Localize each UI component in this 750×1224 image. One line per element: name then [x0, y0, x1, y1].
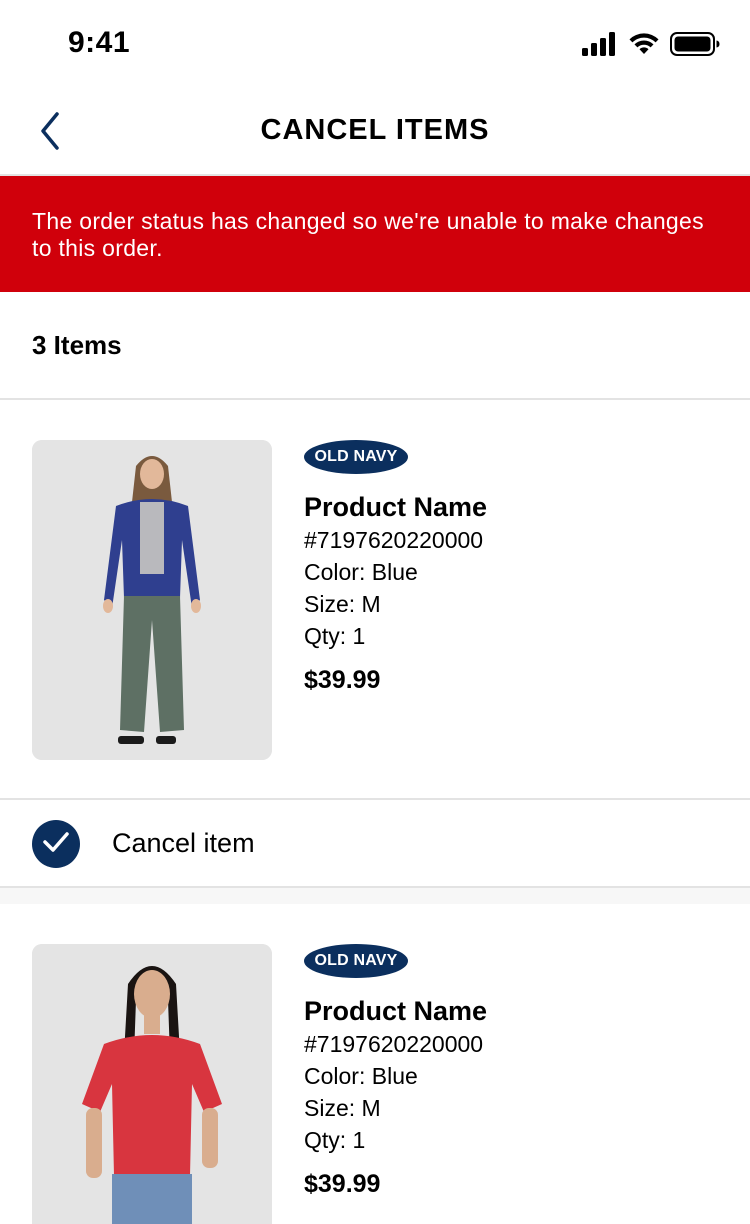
cancel-item-checkbox[interactable]	[32, 820, 80, 868]
product-price: $39.99	[304, 666, 381, 694]
product-qty: Qty: 1	[304, 623, 366, 649]
status-bar: 9:41	[0, 0, 750, 90]
battery-icon	[670, 32, 720, 61]
cellular-signal-icon	[582, 32, 618, 61]
product-name: Product Name	[304, 492, 488, 522]
product-price: $39.99	[304, 1170, 381, 1198]
wifi-icon	[628, 32, 660, 61]
product-qty: Qty: 1	[304, 1127, 366, 1153]
product-color: Color: Blue	[304, 559, 418, 585]
section-divider	[0, 888, 750, 904]
product-size: Size: M	[304, 591, 381, 617]
items-count-row: 3 Items	[0, 292, 750, 400]
product-size: Size: M	[304, 1095, 381, 1121]
product-card: OLD NAVY Product Name #7197620220000 Col…	[0, 400, 750, 798]
items-count: 3 Items	[32, 330, 122, 360]
product-image[interactable]	[32, 944, 272, 1224]
product-color: Color: Blue	[304, 1063, 418, 1089]
cancel-item-row[interactable]: Cancel item	[0, 798, 750, 888]
product-name: Product Name	[304, 996, 488, 1026]
brand-logo: OLD NAVY	[304, 440, 408, 474]
product-sku: #7197620220000	[304, 1031, 484, 1057]
product-sku: #7197620220000	[304, 527, 484, 553]
checkmark-icon	[43, 831, 69, 858]
product-info: OLD NAVY Product Name #7197620220000 Col…	[304, 440, 487, 695]
status-icons	[582, 32, 720, 61]
status-time: 9:41	[68, 26, 131, 59]
order-status-alert: The order status has changed so we're un…	[0, 176, 750, 292]
product-image[interactable]	[32, 440, 272, 760]
alert-message: The order status has changed so we're un…	[32, 208, 704, 261]
page-title: CANCEL ITEMS	[260, 114, 490, 146]
product-info: OLD NAVY Product Name #7197620220000 Col…	[304, 944, 487, 1199]
cancel-item-label: Cancel item	[112, 828, 255, 858]
product-card: OLD NAVY Product Name #7197620220000 Col…	[0, 904, 750, 1224]
header: CANCEL ITEMS	[0, 90, 750, 176]
brand-logo: OLD NAVY	[304, 944, 408, 978]
